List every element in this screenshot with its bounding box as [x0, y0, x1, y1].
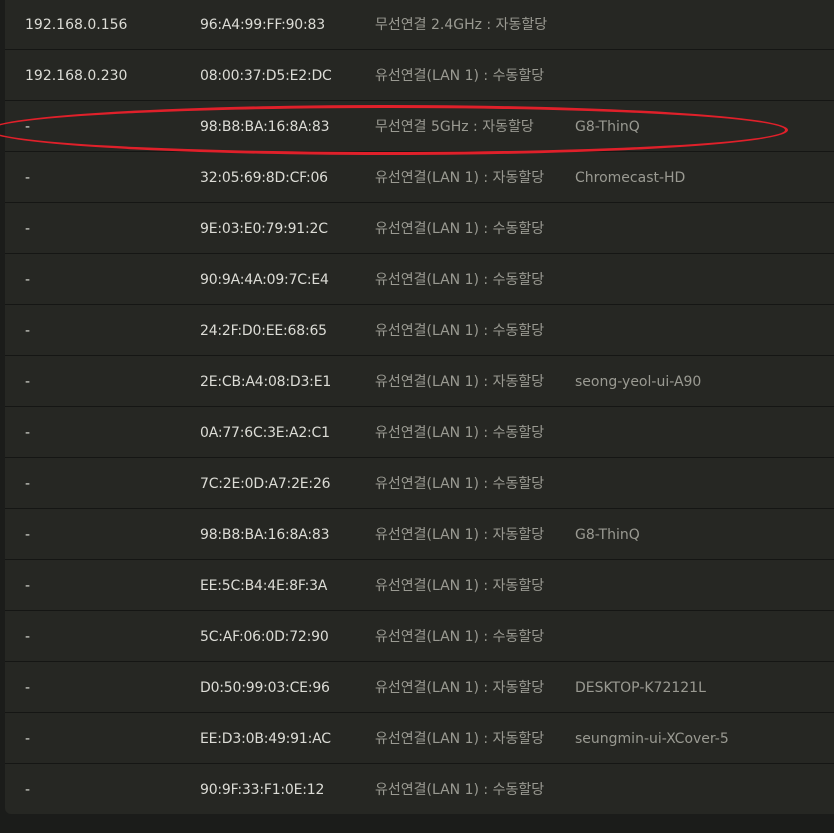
device-list-panel: 192.168.0.156 96:A4:99:FF:90:83 무선연결 2.4… — [5, 0, 834, 814]
ip-address: - — [25, 323, 31, 339]
mac-address: 9E:03:E0:79:91:2C — [200, 221, 328, 237]
mac-address: 24:2F:D0:EE:68:65 — [200, 323, 327, 339]
device-name: seong-yeol-ui-A90 — [575, 374, 702, 390]
mac-address: 0A:77:6C:3E:A2:C1 — [200, 425, 330, 441]
device-name: G8-ThinQ — [575, 119, 640, 135]
mac-address: EE:5C:B4:4E:8F:3A — [200, 578, 328, 594]
table-row: - EE:D3:0B:49:91:AC 유선연결(LAN 1) : 자동할당 s… — [5, 714, 834, 764]
mac-address: 08:00:37:D5:E2:DC — [200, 68, 332, 84]
connection-type: 무선연결 2.4GHz : 자동할당 — [375, 17, 548, 33]
table-row: - D0:50:99:03:CE:96 유선연결(LAN 1) : 자동할당 D… — [5, 663, 834, 713]
table-row: - 5C:AF:06:0D:72:90 유선연결(LAN 1) : 수동할당 — [5, 612, 834, 662]
mac-address: 5C:AF:06:0D:72:90 — [200, 629, 329, 645]
mac-address: 32:05:69:8D:CF:06 — [200, 170, 328, 186]
ip-address: - — [25, 272, 31, 288]
ip-address: - — [25, 476, 31, 492]
ip-address: - — [25, 578, 31, 594]
table-row: - EE:5C:B4:4E:8F:3A 유선연결(LAN 1) : 자동할당 — [5, 561, 834, 611]
device-name: G8-ThinQ — [575, 527, 640, 543]
table-row: 192.168.0.156 96:A4:99:FF:90:83 무선연결 2.4… — [5, 0, 834, 50]
table-row: - 9E:03:E0:79:91:2C 유선연결(LAN 1) : 수동할당 — [5, 204, 834, 254]
connection-type: 유선연결(LAN 1) : 수동할당 — [375, 68, 545, 84]
table-row: - 98:B8:BA:16:8A:83 무선연결 5GHz : 자동할당 G8-… — [5, 102, 834, 152]
ip-address: - — [25, 221, 31, 237]
connection-type: 유선연결(LAN 1) : 수동할당 — [375, 629, 545, 645]
mac-address: 98:B8:BA:16:8A:83 — [200, 527, 330, 543]
ip-address: - — [25, 170, 31, 186]
mac-address: 2E:CB:A4:08:D3:E1 — [200, 374, 332, 390]
mac-address: EE:D3:0B:49:91:AC — [200, 731, 331, 747]
table-row: - 32:05:69:8D:CF:06 유선연결(LAN 1) : 자동할당 C… — [5, 153, 834, 203]
connection-type: 유선연결(LAN 1) : 수동할당 — [375, 782, 545, 798]
ip-address: - — [25, 629, 31, 645]
table-row: - 90:9F:33:F1:0E:12 유선연결(LAN 1) : 수동할당 — [5, 765, 834, 814]
table-row: 192.168.0.230 08:00:37:D5:E2:DC 유선연결(LAN… — [5, 51, 834, 101]
connection-type: 유선연결(LAN 1) : 자동할당 — [375, 170, 545, 186]
mac-address: D0:50:99:03:CE:96 — [200, 680, 330, 696]
device-name: Chromecast-HD — [575, 170, 686, 186]
mac-address: 90:9F:33:F1:0E:12 — [200, 782, 325, 798]
ip-address: 192.168.0.156 — [25, 17, 128, 33]
device-name: seungmin-ui-XCover-5 — [575, 731, 729, 747]
ip-address: - — [25, 731, 31, 747]
table-row: - 0A:77:6C:3E:A2:C1 유선연결(LAN 1) : 수동할당 — [5, 408, 834, 458]
ip-address: - — [25, 527, 31, 543]
device-name: DESKTOP-K72121L — [575, 680, 706, 696]
connection-type: 유선연결(LAN 1) : 수동할당 — [375, 221, 545, 237]
table-row: - 2E:CB:A4:08:D3:E1 유선연결(LAN 1) : 자동할당 s… — [5, 357, 834, 407]
mac-address: 7C:2E:0D:A7:2E:26 — [200, 476, 331, 492]
ip-address: - — [25, 782, 31, 798]
connection-type: 유선연결(LAN 1) : 자동할당 — [375, 578, 545, 594]
connection-type: 유선연결(LAN 1) : 자동할당 — [375, 731, 545, 747]
ip-address: - — [25, 425, 31, 441]
connection-type: 무선연결 5GHz : 자동할당 — [375, 119, 534, 135]
mac-address: 96:A4:99:FF:90:83 — [200, 17, 325, 33]
connection-type: 유선연결(LAN 1) : 자동할당 — [375, 680, 545, 696]
connection-type: 유선연결(LAN 1) : 자동할당 — [375, 527, 545, 543]
connection-type: 유선연결(LAN 1) : 수동할당 — [375, 425, 545, 441]
table-row: - 7C:2E:0D:A7:2E:26 유선연결(LAN 1) : 수동할당 — [5, 459, 834, 509]
ip-address: - — [25, 374, 31, 390]
table-row: - 24:2F:D0:EE:68:65 유선연결(LAN 1) : 수동할당 — [5, 306, 834, 356]
connection-type: 유선연결(LAN 1) : 수동할당 — [375, 476, 545, 492]
table-row: - 90:9A:4A:09:7C:E4 유선연결(LAN 1) : 수동할당 — [5, 255, 834, 305]
ip-address: - — [25, 680, 31, 696]
ip-address: 192.168.0.230 — [25, 68, 128, 84]
screen: 192.168.0.156 96:A4:99:FF:90:83 무선연결 2.4… — [0, 0, 834, 833]
connection-type: 유선연결(LAN 1) : 수동할당 — [375, 323, 545, 339]
connection-type: 유선연결(LAN 1) : 수동할당 — [375, 272, 545, 288]
table-row: - 98:B8:BA:16:8A:83 유선연결(LAN 1) : 자동할당 G… — [5, 510, 834, 560]
mac-address: 90:9A:4A:09:7C:E4 — [200, 272, 329, 288]
ip-address: - — [25, 119, 31, 135]
connection-type: 유선연결(LAN 1) : 자동할당 — [375, 374, 545, 390]
mac-address: 98:B8:BA:16:8A:83 — [200, 119, 330, 135]
